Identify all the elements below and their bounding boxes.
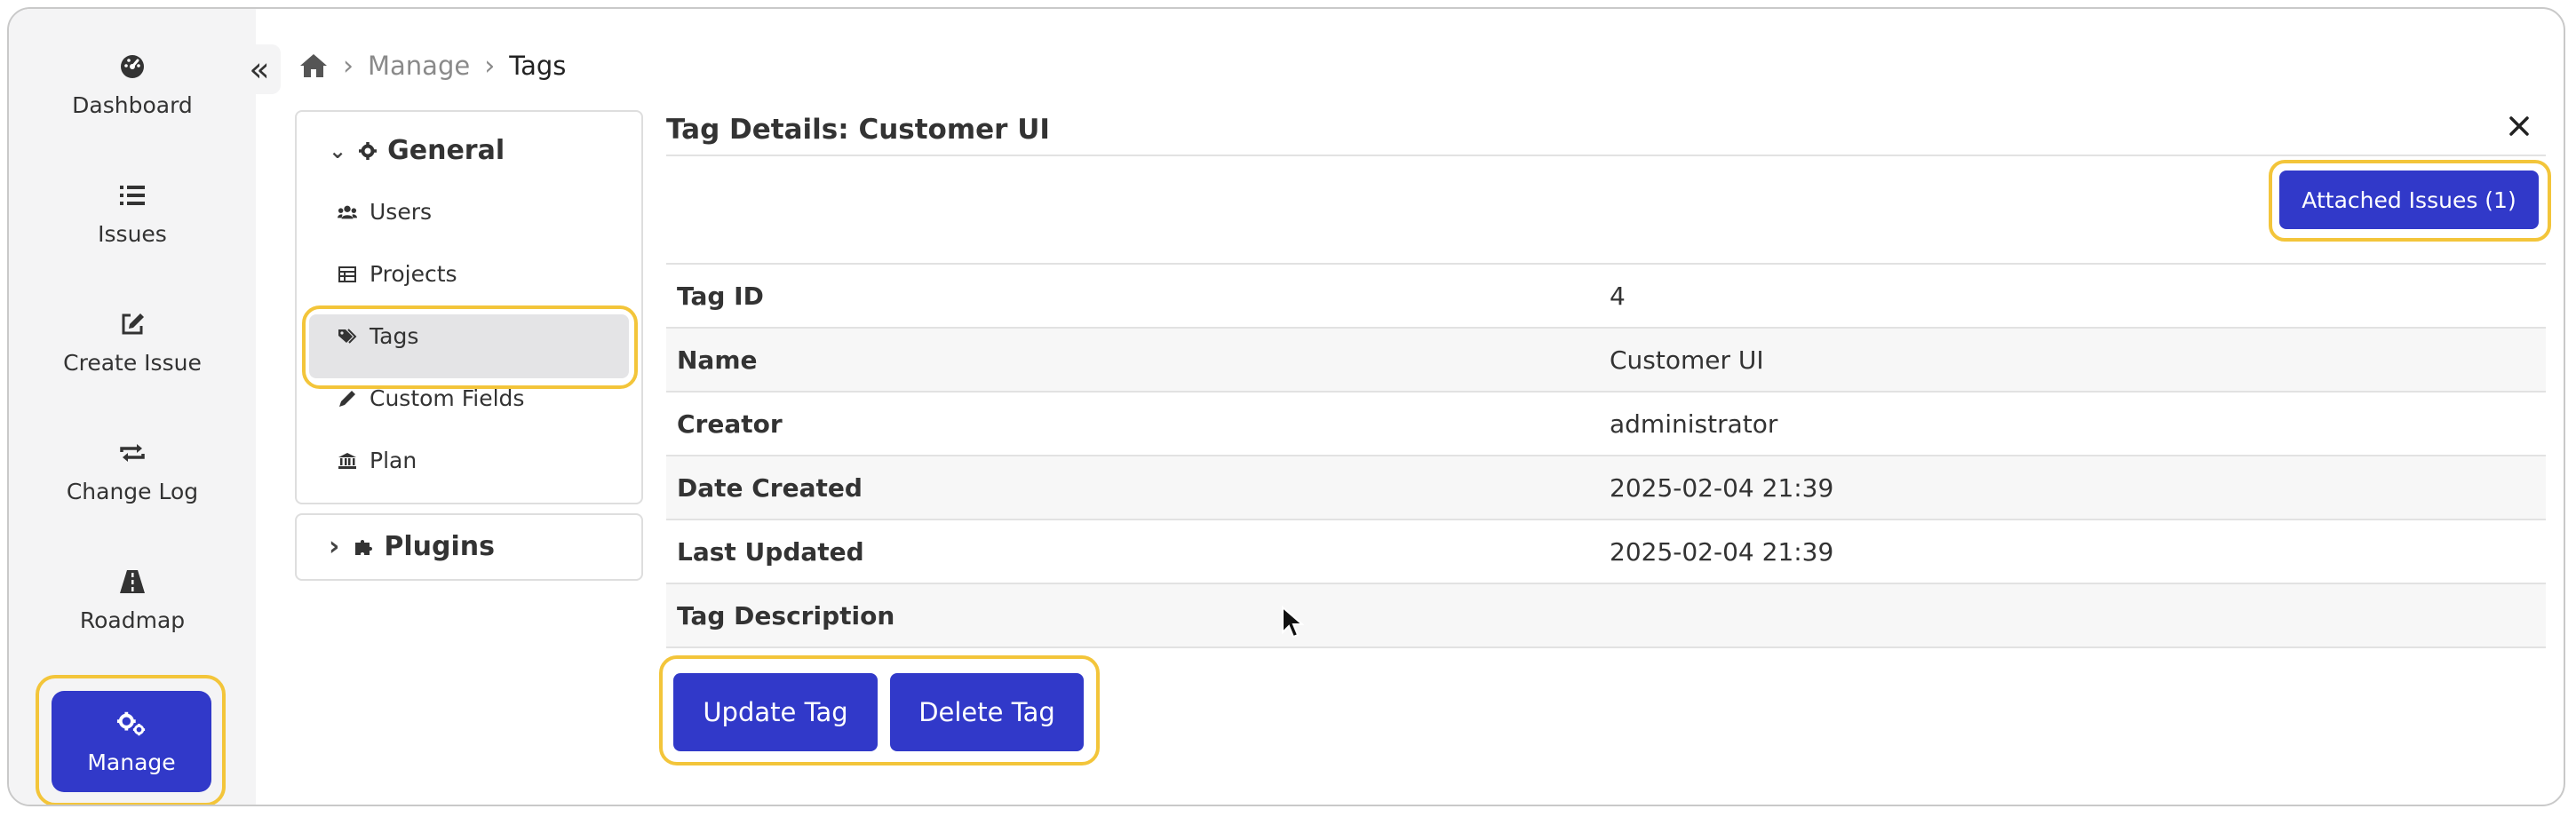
table-row: Creator administrator (666, 393, 2546, 456)
close-icon (2508, 115, 2530, 137)
nav-dashboard[interactable]: Dashboard (9, 36, 256, 133)
app-window: Dashboard Issues Create Issue Change Log… (7, 7, 2565, 806)
tag-details-table: Tag ID 4 Name Customer UI Creator admini… (666, 263, 2546, 648)
table-icon (338, 265, 357, 284)
tree-general-label: General (387, 135, 505, 166)
nav-create-issue[interactable]: Create Issue (9, 293, 256, 391)
tree-plugins-header[interactable]: › Plugins (329, 531, 495, 562)
tree-item-tags-label: Tags (370, 323, 419, 349)
delete-tag-button[interactable]: Delete Tag (890, 673, 1084, 751)
puzzle-icon (354, 537, 373, 557)
nav-roadmap[interactable]: Roadmap (9, 551, 256, 648)
tree-item-plan-label: Plan (370, 448, 417, 473)
tree-item-plan[interactable]: Plan (338, 448, 417, 473)
row-value: 2025-02-04 21:39 (1610, 536, 1834, 567)
tree-plugins-label: Plugins (384, 531, 495, 562)
chevron-right-icon: › (329, 531, 340, 562)
row-key: Creator (677, 408, 783, 439)
tree-general-header[interactable]: ⌄ General (329, 135, 505, 166)
road-icon (117, 567, 147, 597)
breadcrumb: › Manage › Tags (298, 48, 566, 83)
edit-icon (117, 309, 147, 339)
table-row: Tag Description (666, 584, 2546, 648)
tree-item-custom-fields-label: Custom Fields (370, 385, 525, 411)
tree-item-tags[interactable]: Tags (338, 323, 418, 349)
chevron-right-icon: › (484, 50, 496, 82)
tree-item-projects[interactable]: Projects (338, 261, 457, 287)
row-value: 2025-02-04 21:39 (1610, 472, 1834, 503)
close-button[interactable] (2501, 108, 2537, 144)
tree-item-users-label: Users (370, 199, 433, 225)
nav-issues[interactable]: Issues (9, 164, 256, 262)
settings-tree-general: ⌄ General Users Projects Tags Custom Fie… (295, 110, 643, 504)
settings-tree-plugins[interactable]: › Plugins (295, 513, 643, 581)
bank-icon (338, 451, 357, 471)
tags-icon (338, 327, 357, 346)
row-key: Name (677, 345, 758, 375)
row-key: Last Updated (677, 536, 864, 567)
users-icon (338, 202, 357, 222)
row-value: Customer UI (1610, 345, 1764, 375)
gear-icon (359, 141, 378, 160)
tree-item-custom-fields[interactable]: Custom Fields (338, 385, 524, 411)
tree-item-users[interactable]: Users (338, 199, 432, 225)
breadcrumb-current: Tags (509, 51, 567, 81)
nav-change-log[interactable]: Change Log (9, 422, 256, 520)
nav-dashboard-label: Dashboard (72, 91, 193, 118)
tree-item-projects-label: Projects (370, 261, 457, 287)
home-icon[interactable] (298, 52, 329, 79)
row-key: Tag Description (677, 600, 895, 631)
table-row: Tag ID 4 (666, 265, 2546, 329)
table-row: Date Created 2025-02-04 21:39 (666, 456, 2546, 520)
chevron-right-icon: › (343, 50, 354, 82)
chevron-down-icon: ⌄ (329, 138, 347, 163)
left-nav: Dashboard Issues Create Issue Change Log… (9, 9, 256, 805)
dashboard-icon (117, 52, 147, 82)
nav-roadmap-label: Roadmap (79, 607, 186, 633)
nav-create-issue-label: Create Issue (63, 349, 202, 376)
title-divider (666, 155, 2546, 156)
pencil-icon (338, 389, 357, 408)
nav-issues-label: Issues (98, 220, 167, 247)
table-row: Name Customer UI (666, 329, 2546, 393)
breadcrumb-manage[interactable]: Manage (368, 51, 470, 81)
nav-change-log-label: Change Log (66, 478, 199, 504)
list-icon (117, 180, 147, 210)
highlight-manage (36, 675, 226, 805)
double-chevron-left-icon: « (249, 50, 270, 89)
mouse-cursor-icon (1281, 605, 1305, 643)
row-value: administrator (1610, 408, 1778, 439)
repeat-icon (117, 438, 147, 468)
collapse-sidebar-button[interactable]: « (238, 44, 281, 94)
table-row: Last Updated 2025-02-04 21:39 (666, 520, 2546, 584)
row-value: 4 (1610, 281, 1626, 311)
row-key: Date Created (677, 472, 863, 503)
details-title: Tag Details: Customer UI (666, 114, 1050, 146)
attached-issues-button[interactable]: Attached Issues (1) (2279, 171, 2539, 229)
update-tag-button[interactable]: Update Tag (673, 673, 878, 751)
row-key: Tag ID (677, 281, 764, 311)
